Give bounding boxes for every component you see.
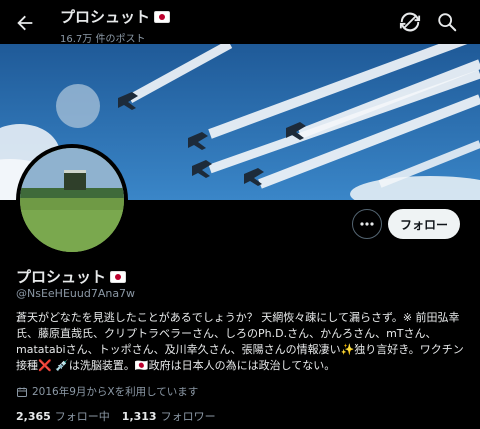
refresh-icon[interactable] xyxy=(399,11,421,33)
followers-label: フォロワー xyxy=(160,410,216,423)
header-title-text: プロシュット xyxy=(60,8,151,26)
followers-count: 1,313 xyxy=(121,410,157,423)
avatar-image xyxy=(20,148,124,252)
more-options-button[interactable] xyxy=(352,209,382,239)
japan-flag-icon xyxy=(154,10,171,23)
followers-link[interactable]: 1,313 フォロワー xyxy=(122,408,216,424)
bio-line: 接種❌ 💉は洗脳装置。🇯🇵政府は日本人の為には政治してない。 xyxy=(16,359,336,372)
calendar-icon xyxy=(17,387,27,397)
following-label: フォロー中 xyxy=(54,410,110,423)
more-dots-icon xyxy=(360,222,374,226)
follow-button[interactable]: フォロー xyxy=(388,209,460,239)
bio-line: 蒼天がどなたを見逃したことがあるでしょうか？ 天網恢々疎にして漏らさず。※ 前田… xyxy=(16,311,460,324)
follow-stats: 2,365 フォロー中 1,313 フォロワー xyxy=(16,408,216,424)
following-count: 2,365 xyxy=(16,410,51,423)
display-name-text: プロシュット xyxy=(16,268,107,286)
header-title-block: プロシュット 16.7万 件のポスト xyxy=(60,6,171,45)
bio-line: matatabiさん、トッポさん、及川幸久さん、張陽さんの情報凄い✨独り言好き。… xyxy=(16,343,464,356)
profile-bio: 蒼天がどなたを見逃したことがあるでしょうか？ 天網恢々疎にして漏らさず。※ 前田… xyxy=(16,310,468,374)
bio-line: 氏、藤原直哉氏、クリプトラベラーさん、しろのPh.D.さん、かんろさん、mTさん… xyxy=(16,327,437,340)
japan-flag-icon xyxy=(110,270,127,283)
post-count: 16.7万 件のポスト xyxy=(60,34,146,45)
joined-text: 2016年9月からXを利用しています xyxy=(32,386,199,398)
back-arrow-icon[interactable] xyxy=(14,12,36,34)
header-title: プロシュット xyxy=(60,6,171,27)
avatar[interactable] xyxy=(16,144,128,256)
display-name: プロシュット xyxy=(16,266,127,287)
joined-date: 2016年9月からXを利用しています xyxy=(16,384,198,399)
search-icon[interactable] xyxy=(436,11,458,33)
top-bar: プロシュット 16.7万 件のポスト xyxy=(0,0,480,45)
following-link[interactable]: 2,365 フォロー中 xyxy=(16,408,110,424)
user-handle: @NsEeHEuud7Ana7w xyxy=(16,287,136,300)
